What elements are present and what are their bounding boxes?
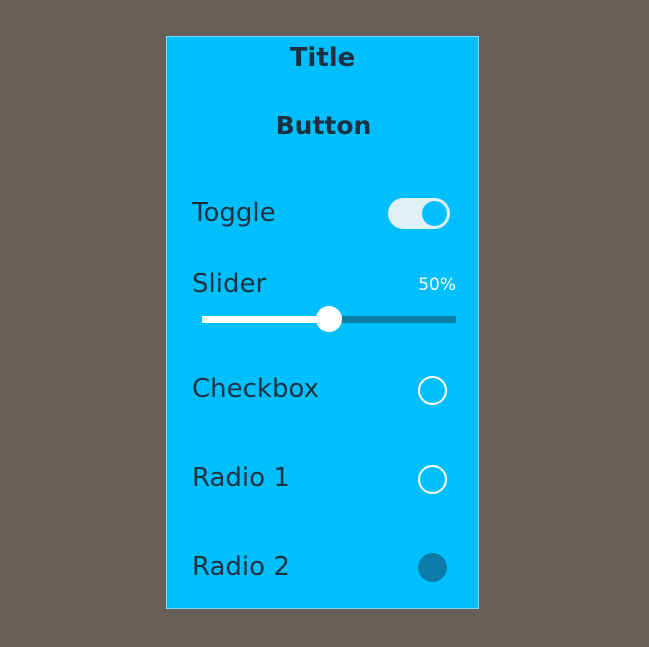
settings-panel: Title Button Toggle Slider 50% Checkbox … (166, 36, 479, 609)
radio-2-label: Radio 2 (192, 552, 290, 582)
radio-1[interactable] (418, 465, 447, 494)
radio-2[interactable] (418, 553, 447, 582)
slider-fill (202, 316, 329, 323)
toggle-label: Toggle (192, 198, 276, 228)
radio-1-label: Radio 1 (192, 463, 290, 493)
slider-label: Slider (192, 269, 267, 299)
checkbox[interactable] (418, 376, 447, 405)
slider-thumb[interactable] (316, 306, 342, 332)
checkbox-label: Checkbox (192, 374, 319, 404)
toggle-switch[interactable] (388, 198, 450, 229)
main-button[interactable]: Button (227, 103, 420, 149)
panel-title: Title (289, 43, 356, 73)
slider-track[interactable] (202, 306, 456, 332)
toggle-knob (422, 201, 447, 226)
slider-value: 50% (418, 275, 456, 295)
